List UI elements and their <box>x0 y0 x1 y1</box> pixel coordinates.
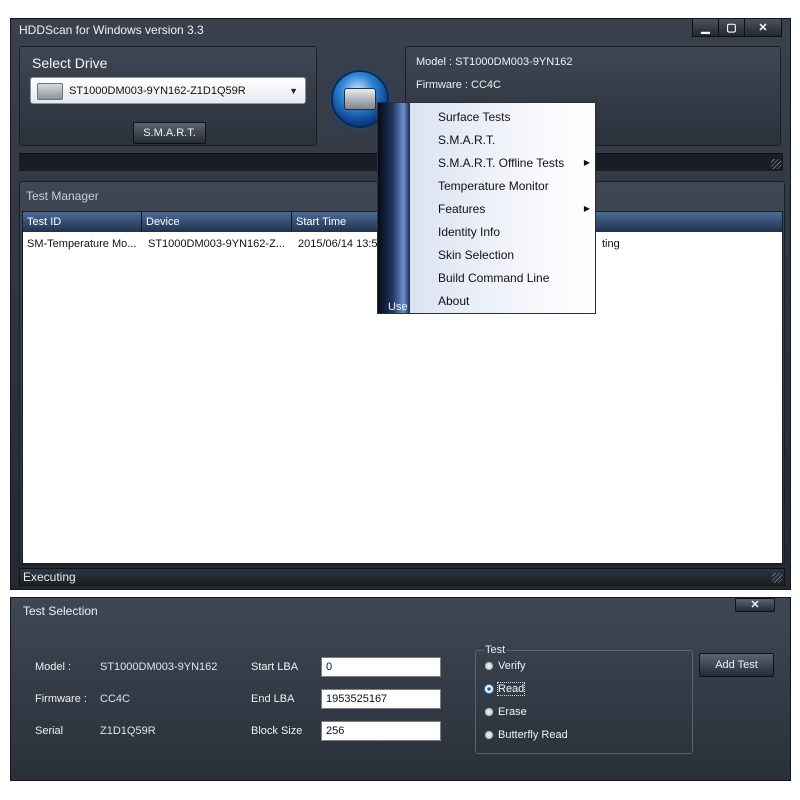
radio-unchecked-icon <box>484 707 494 717</box>
radio-label-erase: Erase <box>498 706 527 718</box>
menu-item-skin-selection[interactable]: Skin Selection <box>438 244 588 266</box>
test-selection-close-button[interactable]: ✕ <box>735 598 775 612</box>
end-lba-input[interactable]: 1953525167 <box>321 689 441 709</box>
menu-item-label: Surface Tests <box>438 110 511 124</box>
radio-read[interactable]: Read <box>484 680 526 698</box>
model-value: ST1000DM003-9YN162 <box>100 661 218 673</box>
add-test-button[interactable]: Add Test <box>699 653 774 677</box>
column-header-test-id[interactable]: Test ID <box>23 212 142 232</box>
serial-label: Serial <box>35 725 64 737</box>
menu-item-temperature-monitor[interactable]: Temperature Monitor <box>438 175 588 197</box>
executing-label: Executing <box>23 570 76 584</box>
radio-butterfly-read[interactable]: Butterfly Read <box>484 726 568 744</box>
start-lba-input[interactable]: 0 <box>321 657 441 677</box>
menu-item-label: S.M.A.R.T. <box>438 133 496 147</box>
radio-label-verify: Verify <box>498 660 526 672</box>
menu-item-label: Identity Info <box>438 225 501 239</box>
menu-item-smart[interactable]: S.M.A.R.T. <box>438 129 588 151</box>
test-group-label: Test <box>484 644 507 656</box>
menu-item-label: Features <box>438 202 486 216</box>
window-controls: ▁ ▢ ✕ <box>692 19 782 37</box>
menu-item-identity-info[interactable]: Identity Info <box>438 221 588 243</box>
firmware-info-text: Firmware : CC4C <box>416 79 501 91</box>
hard-disk-icon <box>37 83 63 100</box>
menu-item-about[interactable]: About <box>438 290 588 312</box>
test-selection-window: Test Selection ✕ Model : ST1000DM003-9YN… <box>10 597 791 781</box>
menu-item-label: Temperature Monitor <box>438 179 549 193</box>
block-size-label: Block Size <box>251 725 303 737</box>
menu-item-build-command-line[interactable]: Build Command Line <box>438 267 588 289</box>
radio-unchecked-icon <box>484 730 494 740</box>
start-lba-label: Start LBA <box>251 661 299 673</box>
selected-drive-text: ST1000DM003-9YN162-Z1D1Q59R <box>69 85 246 97</box>
maximize-button[interactable]: ▢ <box>719 19 745 36</box>
drive-select[interactable]: ST1000DM003-9YN162-Z1D1Q59R ▼ <box>30 77 306 104</box>
hard-disk-icon <box>344 88 376 110</box>
model-info-text: Model : ST1000DM003-9YN162 <box>416 56 573 68</box>
minimize-button[interactable]: ▁ <box>693 19 719 36</box>
column-header-device[interactable]: Device <box>142 212 292 232</box>
menu-side-label: Use <box>388 301 408 313</box>
radio-label-read: Read <box>496 682 526 696</box>
menu-item-label: About <box>438 294 470 308</box>
column-header-start-time[interactable]: Start Time <box>292 212 382 232</box>
menu-item-label: S.M.A.R.T. Offline Tests <box>438 156 565 170</box>
test-manager-title: Test Manager <box>26 189 99 203</box>
test-type-group: Test Verify Read Erase Butterfly Read <box>475 644 693 754</box>
drive-context-menu: Use Surface Tests S.M.A.R.T. S.M.A.R.T. … <box>377 102 596 314</box>
radio-unchecked-icon <box>484 661 494 671</box>
resize-grip-icon[interactable] <box>771 159 781 169</box>
cell-start-time: 2015/06/14 13:5 <box>298 238 378 250</box>
dropdown-arrow-icon[interactable]: ▼ <box>289 86 298 96</box>
firmware-label: Firmware : <box>35 693 87 705</box>
radio-label-butterfly-read: Butterfly Read <box>498 729 568 741</box>
cell-test-id: SM-Temperature Mo... <box>27 238 137 250</box>
resize-grip-icon[interactable] <box>772 573 782 583</box>
radio-checked-icon <box>484 684 494 694</box>
menu-item-label: Skin Selection <box>438 248 515 262</box>
menu-side-banner: Use <box>378 103 410 313</box>
menu-item-features[interactable]: Features ▶ <box>438 198 590 220</box>
select-drive-title: Select Drive <box>32 55 108 71</box>
end-lba-label: End LBA <box>251 693 295 705</box>
smart-button[interactable]: S.M.A.R.T. <box>133 122 206 144</box>
radio-erase[interactable]: Erase <box>484 703 527 721</box>
firmware-value: CC4C <box>100 693 130 705</box>
menu-items: Surface Tests S.M.A.R.T. S.M.A.R.T. Offl… <box>410 103 595 313</box>
menu-item-surface-tests[interactable]: Surface Tests <box>438 106 588 128</box>
menu-item-label: Build Command Line <box>438 271 550 285</box>
menu-item-smart-offline-tests[interactable]: S.M.A.R.T. Offline Tests ▶ <box>438 152 590 174</box>
executing-status-bar: Executing <box>19 568 785 586</box>
submenu-arrow-icon: ▶ <box>583 204 590 213</box>
block-size-input[interactable]: 256 <box>321 721 441 741</box>
select-drive-panel: Select Drive ST1000DM003-9YN162-Z1D1Q59R… <box>19 46 317 146</box>
radio-verify[interactable]: Verify <box>484 657 526 675</box>
model-label: Model : <box>35 661 72 673</box>
cell-device: ST1000DM003-9YN162-Z... <box>148 238 285 250</box>
close-button[interactable]: ✕ <box>745 19 781 36</box>
window-title: HDDScan for Windows version 3.3 <box>19 23 204 37</box>
test-selection-title: Test Selection <box>23 604 98 618</box>
serial-value: Z1D1Q59R <box>100 725 156 737</box>
submenu-arrow-icon: ▶ <box>583 158 590 167</box>
